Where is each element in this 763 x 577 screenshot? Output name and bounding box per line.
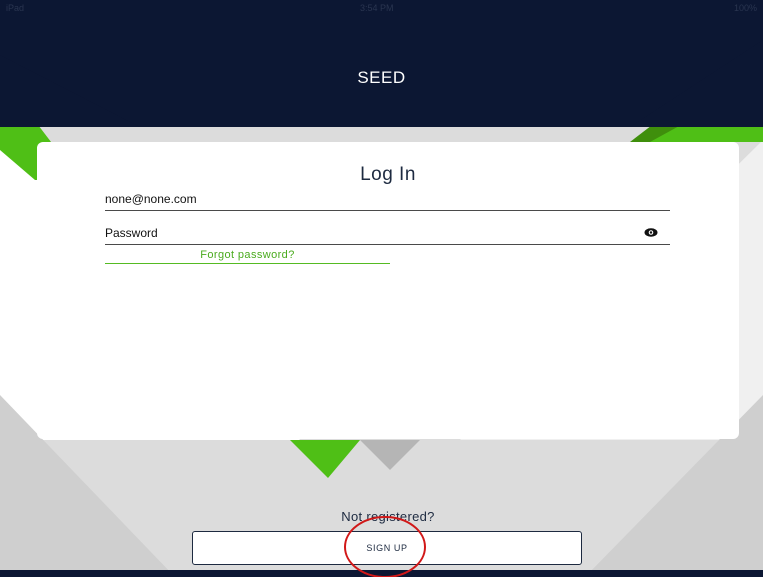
eye-icon[interactable] (644, 228, 658, 237)
email-input[interactable] (105, 190, 625, 208)
password-input[interactable] (105, 224, 625, 242)
battery-label: 100% (733, 3, 757, 13)
clock-label: 3:54 PM (360, 3, 394, 13)
carrier-label: iPad (6, 3, 25, 13)
forgot-password-link[interactable]: Forgot password? (105, 250, 390, 264)
login-title: Log In (360, 164, 416, 185)
password-field (105, 224, 670, 245)
bottom-bar (0, 570, 763, 577)
status-bar: iPad 3:54 PM 100% (0, 0, 763, 16)
login-card: Log In Forgot password? (37, 142, 739, 439)
app-title: SEED (357, 68, 406, 87)
email-field (105, 190, 670, 211)
sign-up-button[interactable]: SIGN UP (192, 531, 582, 565)
not-registered-text: Not registered? (341, 509, 435, 524)
